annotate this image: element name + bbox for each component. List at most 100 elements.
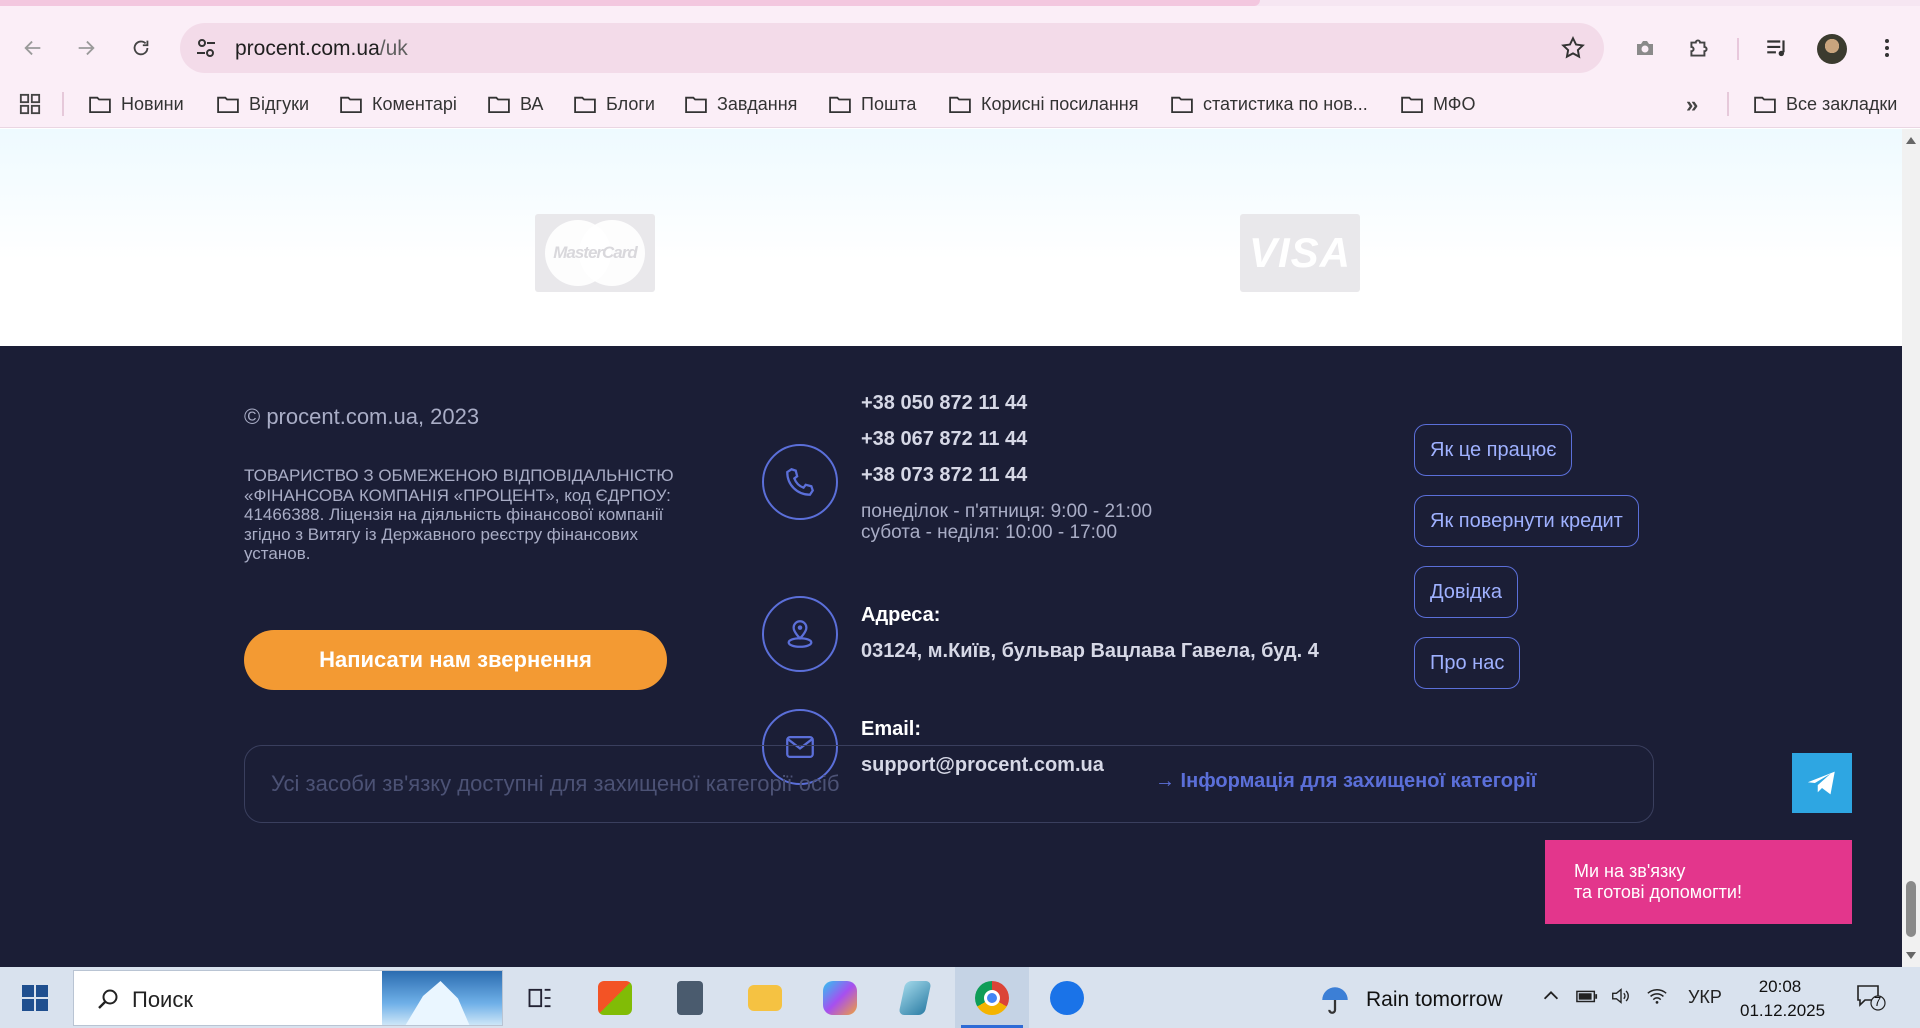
bookmarks-separator — [1727, 92, 1729, 116]
system-clock[interactable]: 20:08 01.12.2025 — [1740, 975, 1826, 1023]
bookmark-label: Корисні посилання — [981, 93, 1139, 114]
notification-center-button[interactable]: 7 — [1856, 983, 1886, 1011]
telegram-paper-plane-icon — [1807, 771, 1835, 795]
bookmark-vidguky[interactable]: Відгуки — [217, 90, 309, 118]
folder-icon — [574, 96, 596, 113]
weather-widget[interactable]: Rain tomorrow — [1318, 983, 1503, 1017]
browser-toolbar: procent.com.ua/uk — [0, 6, 1920, 80]
copilot-app[interactable] — [803, 967, 877, 1028]
folder-icon — [217, 96, 239, 113]
playlist-icon — [1767, 40, 1785, 57]
bookmark-va[interactable]: ВА — [488, 90, 543, 118]
visa-logo: VISA — [1240, 214, 1360, 292]
bookmarks-overflow-chevron-icon[interactable]: » — [1686, 92, 1698, 118]
calculator-icon — [677, 980, 703, 1015]
all-bookmarks[interactable]: Все закладки — [1754, 90, 1897, 118]
messenger-app[interactable] — [1030, 967, 1104, 1028]
volume-icon[interactable] — [1610, 985, 1632, 1012]
protected-category-text: Усі засоби зв'язку доступні для захищено… — [271, 771, 840, 796]
profile-avatar[interactable] — [1817, 34, 1847, 64]
bookmark-label: Коментарі — [372, 93, 457, 114]
bookmark-label: Блоги — [606, 93, 655, 114]
back-button[interactable] — [13, 28, 53, 68]
protected-category-link[interactable]: → Інформація для захищеної категорії — [1155, 770, 1536, 793]
url-text[interactable]: procent.com.ua/uk — [235, 37, 408, 61]
link-how-to-repay[interactable]: Як повернути кредит — [1414, 495, 1639, 547]
site-settings-icon[interactable] — [194, 36, 218, 60]
link-how-it-works[interactable]: Як це працює — [1414, 424, 1573, 476]
phone-number-067[interactable]: +38 067 872 11 44 — [861, 428, 1027, 451]
bookmark-komentari[interactable]: Коментарі — [340, 90, 457, 118]
bookmark-mfo[interactable]: МФО — [1401, 90, 1475, 118]
url-host: procent.com.ua — [235, 37, 380, 60]
page-scrollbar[interactable] — [1902, 129, 1920, 967]
location-pin-icon — [762, 596, 838, 672]
folder-icon — [1754, 96, 1776, 113]
bookmark-label: Новини — [121, 93, 184, 114]
link-help[interactable]: Довідка — [1414, 566, 1518, 618]
chat-line-1: Ми на зв'язку — [1574, 861, 1686, 881]
extensions-button[interactable] — [1682, 31, 1716, 65]
folder-icon — [488, 96, 510, 113]
windows-start-icon[interactable] — [22, 985, 48, 1011]
bookmark-poshta[interactable]: Пошта — [829, 90, 916, 118]
address-value: 03124, м.Київ, бульвар Вацлава Гавела, б… — [861, 640, 1319, 662]
telegram-button[interactable] — [1792, 753, 1852, 813]
messenger-icon — [1050, 980, 1084, 1015]
microsoft-store-app[interactable] — [578, 967, 652, 1028]
taskbar-search-box[interactable]: Поиск — [73, 970, 503, 1026]
file-explorer-app[interactable] — [728, 967, 802, 1028]
store-icon — [598, 980, 632, 1015]
notes-app[interactable] — [878, 967, 952, 1028]
bookmark-zavdannia[interactable]: Завдання — [685, 90, 797, 118]
wifi-icon[interactable] — [1646, 985, 1668, 1012]
bookmark-label: Відгуки — [249, 93, 310, 114]
notification-count: 7 — [1874, 994, 1882, 1009]
url-path: /uk — [379, 37, 408, 60]
scrollbar-thumb[interactable] — [1906, 881, 1916, 937]
bookmark-novyny[interactable]: Новини — [89, 90, 184, 118]
forward-arrow-icon — [78, 40, 95, 56]
phone-number-073[interactable]: +38 073 872 11 44 — [861, 464, 1027, 487]
calculator-app[interactable] — [653, 967, 727, 1028]
mastercard-logo: MasterCard — [535, 214, 655, 292]
input-language-indicator[interactable]: УКР — [1688, 987, 1722, 1008]
write-appeal-button[interactable]: Написати нам звернення — [244, 630, 667, 690]
bookmark-statystyka[interactable]: статистика по нов... — [1171, 90, 1368, 118]
browser-menu-button[interactable] — [1870, 31, 1904, 65]
task-view-button[interactable] — [503, 967, 577, 1028]
screenshot-button[interactable] — [1628, 31, 1662, 65]
bookmark-star-icon[interactable] — [1560, 35, 1586, 61]
visa-wordmark: VISA — [1248, 229, 1352, 276]
bookmarks-separator — [62, 92, 64, 116]
link-about-us[interactable]: Про нас — [1414, 637, 1521, 689]
battery-icon[interactable] — [1574, 985, 1600, 1012]
chrome-app[interactable] — [955, 967, 1029, 1028]
bookmark-label: Пошта — [861, 93, 917, 114]
hours-weekdays: понеділок - п'ятниця: 9:00 - 21:00 — [861, 501, 1153, 522]
forward-button[interactable] — [66, 28, 106, 68]
scroll-up-arrow-icon[interactable] — [1906, 137, 1916, 144]
reload-button[interactable] — [121, 28, 161, 68]
mastercard-wordmark: MasterCard — [553, 243, 638, 262]
chat-invite-popup[interactable]: Ми на зв'язку та готові допомогти! — [1545, 840, 1852, 924]
payment-methods-section: MasterCard VISA — [0, 129, 1902, 346]
folder-icon — [949, 96, 971, 113]
tray-chevron-up-icon[interactable] — [1540, 985, 1562, 1012]
phone-number-050[interactable]: +38 050 872 11 44 — [861, 392, 1027, 415]
bookmark-blogy[interactable]: Блоги — [574, 90, 655, 118]
folder-icon — [89, 96, 111, 113]
windows-taskbar: Поиск Rain tomorrow УКР 20:08 01.12.2025… — [0, 967, 1920, 1028]
bookmark-korysni[interactable]: Корисні посилання — [949, 90, 1138, 118]
footer-legal-text: ТОВАРИСТВО З ОБМЕЖЕНОЮ ВІДПОВІДАЛЬНІСТЮ … — [244, 466, 674, 563]
folder-icon — [748, 984, 782, 1011]
all-bookmarks-label: Все закладки — [1786, 93, 1898, 114]
bookmark-label: Завдання — [717, 93, 798, 114]
address-label: Адреса: — [861, 604, 941, 626]
apps-grid-icon[interactable] — [18, 93, 42, 115]
media-controls-button[interactable] — [1760, 31, 1794, 65]
scroll-down-arrow-icon[interactable] — [1906, 952, 1916, 959]
address-bar[interactable]: procent.com.ua/uk — [180, 23, 1604, 73]
back-arrow-icon — [24, 40, 41, 56]
clock-date: 01.12.2025 — [1740, 1001, 1826, 1020]
